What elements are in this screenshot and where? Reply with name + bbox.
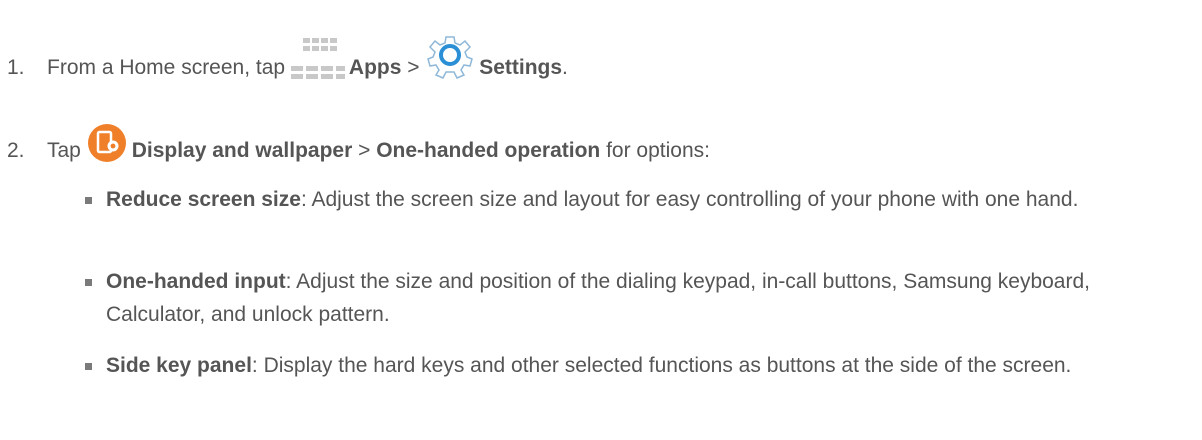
option-text: Side key panel: Display the hard keys an…: [106, 354, 1072, 377]
apps-label: Apps: [348, 56, 402, 79]
step-text: From a Home screen, tap Apps > Settings.: [47, 36, 568, 80]
bullet-icon: [85, 279, 92, 286]
step-text: Tap Display and wallpaper > One-handed o…: [47, 124, 710, 163]
apps-grid-icon: [290, 38, 345, 79]
option-title: Reduce screen size: [106, 188, 301, 211]
display-wallpaper-label: Display and wallpaper: [131, 139, 353, 162]
settings-label: Settings: [479, 56, 563, 79]
settings-gear-icon: [427, 36, 474, 79]
option-title: One-handed input: [106, 270, 286, 293]
one-handed-operation-label: One-handed operation: [376, 139, 601, 162]
display-wallpaper-icon: [87, 124, 126, 162]
option-text: Reduce screen size: Adjust the screen si…: [106, 188, 1079, 211]
bullet-icon: [85, 197, 92, 204]
step-number: 2.: [7, 139, 25, 162]
option-text: One-handed input: Adjust the size and po…: [106, 270, 1090, 326]
bullet-icon: [85, 363, 92, 370]
option-title: Side key panel: [106, 354, 252, 377]
step-number: 1.: [7, 56, 25, 79]
